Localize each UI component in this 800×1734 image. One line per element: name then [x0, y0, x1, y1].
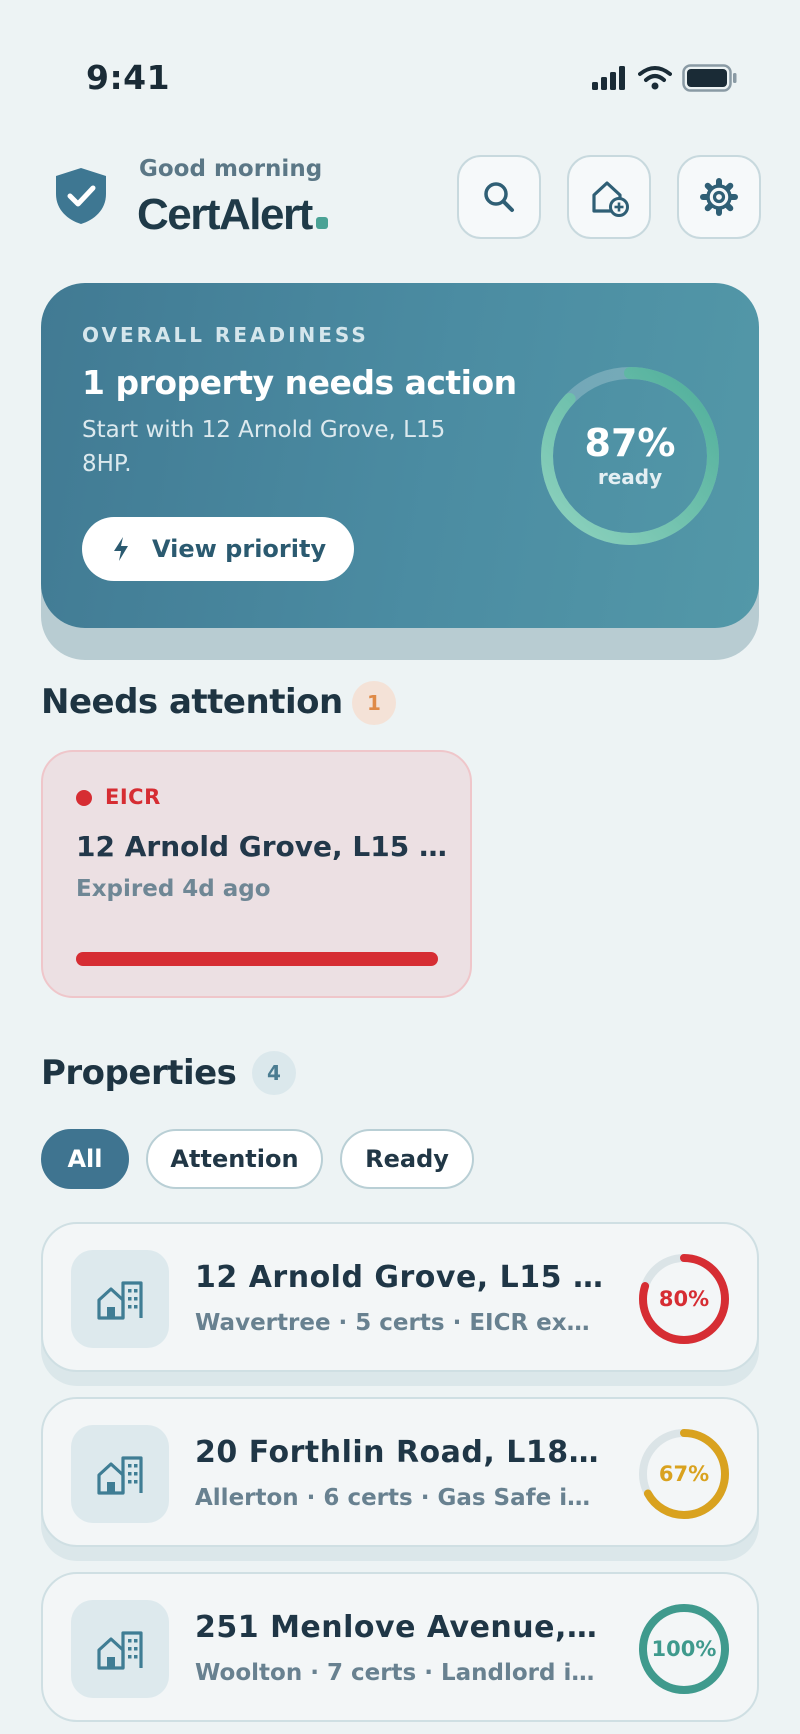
readiness-card: OVERALL READINESS 1 property needs actio… [41, 283, 759, 628]
readiness-label: ready [597, 465, 663, 489]
property-meta: Woolton · 7 certs · Landlord ins… [195, 1660, 603, 1686]
attention-status: Expired 4d ago [76, 876, 271, 902]
attention-address: 12 Arnold Grove, L15 … [76, 830, 447, 863]
property-thumbnail [71, 1425, 169, 1523]
search-icon [484, 182, 514, 212]
settings-button[interactable] [677, 155, 761, 239]
attention-cert-type: EICR [105, 785, 161, 809]
property-card[interactable]: 20 Forthlin Road, L18 9TN Allerton · 6 c… [41, 1397, 759, 1547]
property-card[interactable]: 12 Arnold Grove, L15 8HP Wavertree · 5 c… [41, 1222, 759, 1372]
add-property-button[interactable] [567, 155, 651, 239]
property-name: 251 Menlove Avenue, L2… [195, 1610, 603, 1645]
property-thumbnail [71, 1250, 169, 1348]
property-readiness-percent: 80% [658, 1287, 710, 1311]
brand-logo: CertAlert [137, 190, 328, 240]
attention-card[interactable]: EICR 12 Arnold Grove, L15 … Expired 4d a… [41, 750, 472, 998]
filter-chip-all[interactable]: All [41, 1129, 129, 1189]
brand-name: CertAlert [137, 190, 313, 239]
status-dot [76, 790, 92, 806]
properties-title: Properties [41, 1053, 237, 1093]
needs-attention-title: Needs attention [41, 682, 343, 722]
properties-count: 4 [252, 1051, 296, 1095]
status-icons [592, 64, 738, 92]
readiness-title: 1 property needs action [82, 363, 517, 402]
greeting-text: Good morning [139, 156, 323, 182]
status-time: 9:41 [86, 58, 171, 97]
property-name: 20 Forthlin Road, L18 9TN [195, 1435, 603, 1470]
bolt-icon [114, 537, 128, 561]
building-icon [97, 1456, 143, 1495]
view-priority-button[interactable]: View priority [82, 517, 355, 581]
building-icon [97, 1631, 143, 1670]
property-meta: Wavertree · 5 certs · EICR expir… [195, 1310, 603, 1336]
shield-check-icon [56, 168, 106, 224]
filter-chip-ready[interactable]: Ready [340, 1129, 474, 1189]
needs-attention-count: 1 [352, 681, 396, 725]
brand-dot [315, 217, 328, 229]
wifi-icon [638, 66, 672, 90]
attention-progress-bar [76, 952, 438, 966]
readiness-subtitle: Start with 12 Arnold Grove, L15 8HP. [82, 417, 446, 477]
home-add-icon [592, 181, 629, 217]
battery-icon [682, 64, 737, 92]
property-readiness-percent: 67% [658, 1462, 710, 1486]
readiness-percent: 87% [584, 421, 676, 465]
gear-icon [700, 178, 738, 216]
readiness-kicker: OVERALL READINESS [82, 323, 369, 347]
property-readiness-percent: 100% [651, 1637, 717, 1661]
property-thumbnail [71, 1600, 169, 1698]
property-meta: Allerton · 6 certs · Gas Safe in … [195, 1485, 603, 1511]
building-icon [97, 1281, 143, 1320]
signal-icon [592, 66, 625, 90]
property-name: 12 Arnold Grove, L15 8HP [195, 1260, 603, 1295]
search-button[interactable] [457, 155, 541, 239]
view-priority-label: View priority [152, 535, 327, 563]
filter-chip-attention[interactable]: Attention [146, 1129, 323, 1189]
property-card[interactable]: 251 Menlove Avenue, L2… Woolton · 7 cert… [41, 1572, 759, 1722]
